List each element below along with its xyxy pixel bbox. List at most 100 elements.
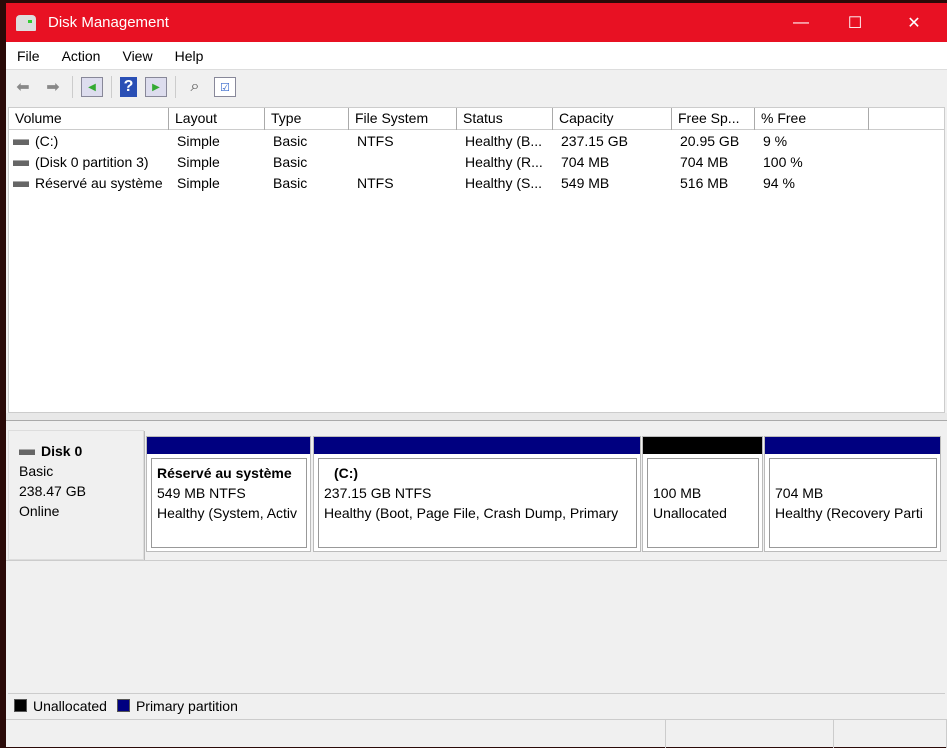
partition-size: 549 MB NTFS: [157, 485, 246, 501]
partition-name: [653, 463, 758, 483]
cell-type: Basic: [265, 175, 349, 191]
partition-block[interactable]: Réservé au système 549 MB NTFS Healthy (Sy…: [146, 436, 311, 552]
forward-arrow-icon[interactable]: ➡: [42, 77, 64, 97]
toolbar-separator: [111, 76, 112, 98]
show-hide-console-tree-icon[interactable]: ◀: [81, 77, 103, 97]
partition-color-bar: [314, 437, 640, 454]
volume-icon: [13, 138, 29, 145]
status-pane: [834, 720, 947, 748]
column-free-space[interactable]: Free Sp...: [672, 108, 755, 130]
partition-details: 100 MB Unallocated: [647, 458, 759, 548]
volume-row[interactable]: (Disk 0 partition 3) Simple Basic Healthy (…: [9, 151, 944, 172]
cell-text: 9 %: [763, 132, 788, 149]
disk-management-icon: [16, 14, 36, 31]
cell-text: Healthy (S...: [465, 174, 543, 191]
disk-icon: [19, 449, 35, 456]
menu-file[interactable]: File: [6, 48, 51, 64]
primary-partition-swatch: [116, 699, 130, 712]
legend-unallocated: Unallocated: [33, 697, 107, 714]
window-title: Disk Management: [48, 14, 169, 31]
toolbar-separator: [72, 76, 73, 98]
column-status[interactable]: Status: [457, 108, 553, 130]
column-type[interactable]: Type: [265, 108, 349, 130]
status-pane: [666, 720, 834, 748]
unallocated-swatch: [14, 699, 27, 712]
cell-text: Simple: [177, 132, 220, 149]
minimize-button[interactable]: —: [772, 3, 830, 42]
cell-free-space: 20.95 GB: [672, 133, 755, 149]
volume-list-header: Volume Layout Type File System Status Ca…: [9, 108, 944, 130]
cell-layout: Simple: [169, 154, 265, 170]
cell-volume: (Disk 0 partition 3): [9, 154, 169, 170]
cell-percent-free: 9 %: [755, 133, 869, 149]
menu-help[interactable]: Help: [164, 48, 215, 64]
pane-splitter[interactable]: [6, 413, 947, 421]
disk-status: Online: [19, 503, 60, 519]
cell-capacity: 237.15 GB: [553, 133, 672, 149]
cell-text: 100 %: [763, 153, 803, 170]
partition-size: 704 MB: [775, 485, 824, 501]
partition-size: 237.15 GB NTFS: [324, 485, 432, 501]
cell-text: (C:): [35, 132, 59, 149]
maximize-button[interactable]: ☐: [826, 3, 884, 42]
cell-text: 549 MB: [561, 174, 610, 191]
cell-type: Basic: [265, 133, 349, 149]
partition-status: Healthy (Recovery Parti: [775, 505, 923, 521]
properties-list-icon[interactable]: ☑: [214, 77, 236, 97]
menu-action[interactable]: Action: [51, 48, 112, 64]
cell-volume: Réservé au système: [9, 175, 169, 191]
cell-text: Réservé au système: [35, 174, 163, 191]
partition-color-bar: [765, 437, 940, 454]
cell-text: (Disk 0 partition 3): [35, 153, 149, 170]
partition-status: Healthy (Boot, Page File, Crash Dump, Pr…: [324, 505, 619, 521]
cell-text: Simple: [177, 153, 220, 170]
partition-block[interactable]: 704 MB Healthy (Recovery Parti: [764, 436, 941, 552]
column-volume[interactable]: Volume: [9, 108, 169, 130]
column-capacity[interactable]: Capacity: [553, 108, 672, 130]
cell-percent-free: 94 %: [755, 175, 869, 191]
cell-capacity: 549 MB: [553, 175, 672, 191]
column-layout[interactable]: Layout: [169, 108, 265, 130]
disk-0-label[interactable]: Disk 0 Basic 238.47 GB Online: [8, 430, 144, 560]
cell-type: Basic: [265, 154, 349, 170]
cell-text: 704 MB: [680, 153, 729, 170]
cell-free-space: 516 MB: [672, 175, 755, 191]
partition-details: Réservé au système 549 MB NTFS Healthy (Sy…: [151, 458, 307, 548]
volume-row[interactable]: (C:) Simple Basic NTFS Healthy (B... 237.15 G…: [9, 130, 944, 151]
close-button[interactable]: ✕: [885, 3, 943, 42]
cell-percent-free: 100 %: [755, 154, 869, 170]
cell-layout: Simple: [169, 133, 265, 149]
cell-volume: (C:): [9, 133, 169, 149]
partition-color-bar: [643, 437, 762, 454]
status-bar: [6, 719, 947, 748]
disk-management-window: Disk Management — ☐ ✕ File Action View H…: [6, 3, 947, 748]
cell-text: NTFS: [357, 132, 394, 149]
volume-row[interactable]: Réservé au système Simple Basic NTFS Healthy…: [9, 172, 944, 193]
toolbar: ⬅ ➡ ◀ ? ▶ ⌕ ☑: [6, 71, 947, 103]
partition-color-bar: [147, 437, 310, 454]
cell-text: 516 MB: [680, 174, 729, 191]
partition-block[interactable]: (C:) 237.15 GB NTFS Healthy (Boot, Page Fi…: [313, 436, 641, 552]
back-arrow-icon[interactable]: ⬅: [12, 77, 34, 97]
column-file-system[interactable]: File System: [349, 108, 457, 130]
partition-block[interactable]: 100 MB Unallocated: [642, 436, 763, 552]
partition-size: 100 MB: [653, 485, 702, 501]
cell-text: NTFS: [357, 174, 394, 191]
menu-bar: File Action View Help: [6, 42, 947, 70]
toolbar-separator: [175, 76, 176, 98]
help-icon[interactable]: ?: [120, 77, 137, 97]
cell-text: Basic: [273, 132, 308, 149]
cell-free-space: 704 MB: [672, 154, 755, 170]
disk-size: 238.47 GB: [19, 483, 86, 499]
partition-details: 704 MB Healthy (Recovery Parti: [769, 458, 937, 548]
rescan-disks-icon[interactable]: ⌕: [184, 77, 206, 97]
partition-details: (C:) 237.15 GB NTFS Healthy (Boot, Page Fi…: [318, 458, 637, 548]
cell-status: Healthy (B...: [457, 133, 553, 149]
partition-name: (C:): [334, 465, 359, 481]
menu-view[interactable]: View: [111, 48, 163, 64]
partition-name: [775, 463, 936, 483]
column-percent-free[interactable]: % Free: [755, 108, 869, 130]
cell-text: Simple: [177, 174, 220, 191]
volume-icon: [13, 180, 29, 187]
show-hide-action-pane-icon[interactable]: ▶: [145, 77, 167, 97]
